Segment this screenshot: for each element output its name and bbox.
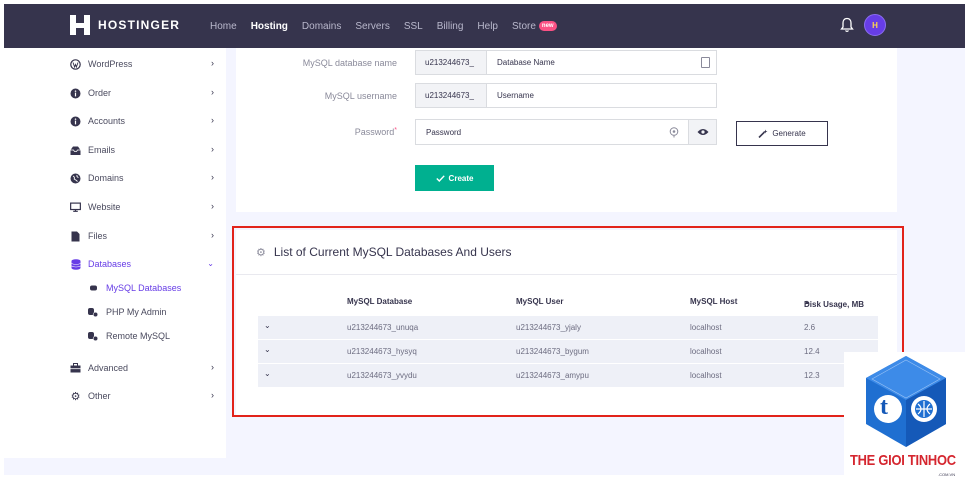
generate-label: Generate [772,129,806,138]
watermark-sub: .COM.VN [938,472,956,477]
wordpress-icon [70,58,81,70]
database-user-icon [88,307,98,317]
nav-hosting[interactable]: Hosting [251,21,288,32]
sidebar-item-emails[interactable]: Emails › [70,142,214,158]
nav-domains[interactable]: Domains [302,21,341,32]
username-prefix: u213244673_ [416,84,487,107]
username-input[interactable] [487,84,716,107]
password-input[interactable] [416,127,669,137]
password-strength-icon [669,126,679,137]
file-icon [70,231,81,242]
sidebar-subitem-label: MySQL Databases [106,283,182,293]
nav-store-label: Store [512,20,536,32]
chevron-right-icon: › [211,144,214,154]
sidebar-item-label: Advanced [88,363,129,373]
nav-store[interactable]: Store new [512,21,557,32]
create-database-card: MySQL database name u213244673_ MySQL us… [236,48,897,212]
sidebar-item-website[interactable]: Website › [70,199,214,215]
main-nav: Home Hosting Domains Servers SSL Billing… [210,4,571,48]
new-badge: new [538,20,557,31]
toggle-password-visibility[interactable] [688,120,716,144]
watermark-text: THE GIOI TINHOC [850,452,956,469]
top-navbar: HOSTINGER Home Hosting Domains Servers S… [4,4,965,48]
list-icon[interactable] [701,57,710,68]
create-button[interactable]: Create [415,165,494,191]
monitor-icon [70,202,81,213]
db-name-prefix: u213244673_ [416,51,487,74]
highlight-annotation [232,226,904,417]
sidebar-item-label: Files [88,231,108,241]
info-icon [70,116,81,127]
sidebar-item-other[interactable]: ⚙ Other › [70,388,214,404]
eye-icon [697,129,708,135]
cube-logo-icon [866,356,946,447]
generate-button[interactable]: Generate [736,121,828,146]
sidebar-subitem-label: Remote MySQL [106,331,171,341]
sidebar-item-wordpress[interactable]: WordPress › [70,56,214,72]
nav-billing[interactable]: Billing [437,21,464,32]
chevron-right-icon: › [211,230,214,240]
brand-name: HOSTINGER [98,18,181,32]
nav-home[interactable]: Home [210,21,237,32]
sidebar-item-label: WordPress [88,59,133,69]
nav-servers[interactable]: Servers [355,21,389,32]
password-label-text: Password [354,127,395,137]
globe-icon [70,173,81,184]
database-remote-icon [88,331,98,341]
chevron-right-icon: › [211,115,214,125]
sidebar-item-advanced[interactable]: Advanced › [70,360,214,376]
sidebar-item-label: Databases [88,259,132,269]
sidebar-item-files[interactable]: Files › [70,228,214,244]
username-input-group: u213244673_ [415,83,717,108]
watermark-logo: t THE GIOI TINHOC .COM.VN [844,352,969,479]
password-label: Password* [355,127,397,137]
sidebar-subitem-remote-mysql[interactable]: Remote MySQL [88,329,170,343]
sidebar-subitem-php-my-admin[interactable]: PHP My Admin [88,305,166,319]
sidebar-item-label: Domains [88,173,124,183]
hpanel-app: HOSTINGER Home Hosting Domains Servers S… [4,4,965,475]
chevron-down-icon: ⌄ [207,259,214,268]
info-icon [70,88,81,99]
sidebar-subitem-label: PHP My Admin [106,307,167,317]
db-name-input[interactable] [487,51,716,74]
nav-help[interactable]: Help [477,21,498,32]
sidebar-item-databases[interactable]: Databases ⌄ [70,256,214,272]
database-small-icon [88,285,98,291]
db-name-label: MySQL database name [302,58,397,68]
user-avatar[interactable]: H [864,14,886,36]
sidebar-subitem-mysql-databases[interactable]: MySQL Databases [88,281,181,295]
magic-wand-icon [758,129,768,138]
inbox-icon [70,145,81,156]
sidebar-item-order[interactable]: Order › [70,85,214,101]
chevron-right-icon: › [211,58,214,68]
password-input-group [415,119,717,145]
create-label: Create [448,173,474,183]
hostinger-logo-icon [70,15,90,35]
check-icon [435,174,445,182]
bell-icon[interactable] [840,17,854,33]
sidebar-item-label: Website [88,202,121,212]
chevron-right-icon: › [211,172,214,182]
gears-icon: ⚙ [70,390,81,403]
logo-letter: t [880,394,888,420]
db-name-input-group: u213244673_ [415,50,717,75]
sidebar-item-label: Order [88,88,112,98]
sidebar-item-label: Other [88,391,111,401]
chevron-right-icon: › [211,87,214,97]
screenshot-frame: HOSTINGER Home Hosting Domains Servers S… [0,0,969,479]
chevron-right-icon: › [211,362,214,372]
sidebar-item-accounts[interactable]: Accounts › [70,113,214,129]
database-icon [70,258,81,270]
sidebar-item-label: Accounts [88,116,126,126]
username-label: MySQL username [324,91,397,101]
brand-logo[interactable]: HOSTINGER [70,15,180,35]
sidebar: WordPress › Order › Accounts › Emails › … [4,48,226,458]
sidebar-item-domains[interactable]: Domains › [70,170,214,186]
required-marker: * [394,127,397,134]
nav-ssl[interactable]: SSL [404,21,423,32]
chevron-right-icon: › [211,201,214,211]
briefcase-icon [70,363,81,374]
sidebar-item-label: Emails [88,145,116,155]
chevron-right-icon: › [211,390,214,400]
